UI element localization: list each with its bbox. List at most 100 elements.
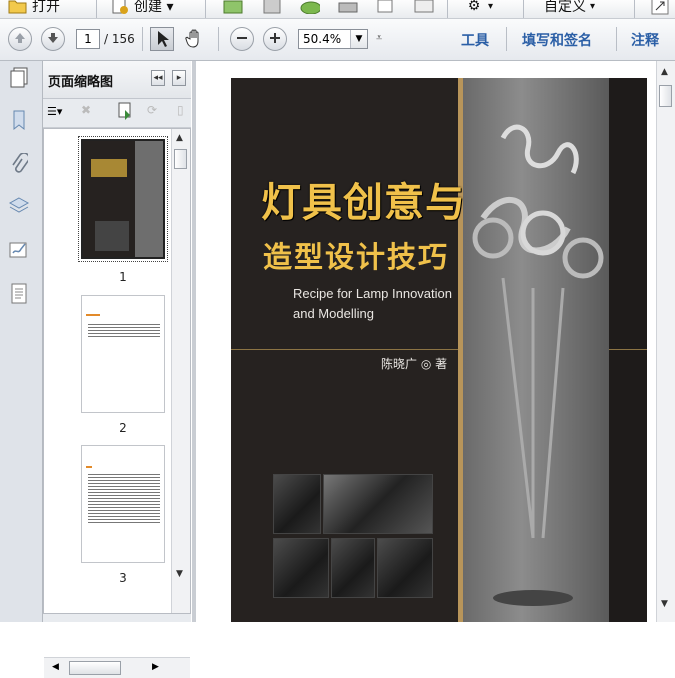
cursor-icon [151,31,173,53]
cover-subtitle-line-1: Recipe for Lamp Innovation [293,286,452,301]
customize-button[interactable]: 自定义 ▾ [544,0,595,17]
save-button[interactable] [262,0,282,17]
options-menu-icon[interactable]: ☰▾ [47,105,62,118]
save-icon [262,0,282,16]
cover-title-line-2: 造型设计技巧 [263,240,450,274]
thumbnail-vertical-scrollbar[interactable]: ▲ ▼ [171,129,190,613]
create-button[interactable]: 创建 ▾ [110,0,173,17]
thumbnail-horizontal-scrollbar[interactable]: ◀ ▶ [44,657,190,678]
folder-open-icon [8,0,28,16]
layers-icon [8,195,30,220]
chevron-down-icon: ▾ [488,0,494,12]
arrow-down-icon [47,32,59,47]
toolbar-divider [523,0,524,18]
tools-link[interactable]: 工具 [461,30,489,50]
thumbnail-heading-mark [86,314,100,316]
document-icon [10,283,28,308]
more-tools-chevron-icon[interactable]: ⩡ [376,31,382,45]
comment-link[interactable]: 注释 [631,30,659,50]
bookmarks-button[interactable] [7,109,31,133]
fill-sign-link[interactable]: 填写和签名 [522,30,592,50]
page-number-input[interactable]: 1 [76,29,100,49]
scroll-thumb[interactable] [69,661,121,675]
toolbar-divider [142,27,143,51]
cloud-upload-button[interactable] [300,0,320,17]
toolbar-divider [506,27,507,51]
print-button[interactable] [338,0,358,17]
settings-button[interactable]: ⚙ ▾ [464,0,493,17]
content-button[interactable] [7,283,31,307]
document-view[interactable]: 灯具创意与 造型设计技巧 Recipe for Lamp Innovation … [192,61,675,622]
scroll-thumb[interactable] [174,149,187,169]
toolbar-divider [205,0,206,18]
scroll-down-icon[interactable]: ▼ [176,569,183,579]
thumbnail-page-3[interactable] [81,445,165,563]
folder-button[interactable] [223,0,243,17]
select-tool-button[interactable] [150,27,174,51]
zoom-out-button[interactable] [230,27,254,51]
cover-lamp-photo-small [273,538,329,598]
gear-icon: ⚙ [467,0,481,14]
zoom-input[interactable]: 50.4% ▼ [298,29,368,49]
delete-page-icon[interactable]: ✖ [81,103,91,117]
cover-title-line-1: 灯具创意与 [261,180,466,226]
email-button[interactable] [414,0,434,17]
chevron-down-icon[interactable]: ▼ [350,30,367,48]
toolbar-divider [616,27,617,51]
hand-icon [184,29,206,52]
cover-rule [231,349,458,350]
expand-button[interactable] [650,0,670,17]
document-vertical-scrollbar[interactable]: ▲ ▼ [656,61,675,622]
customize-label: 自定义 [544,0,586,15]
create-label: 创建 ▾ [134,0,174,15]
scroll-down-icon[interactable]: ▼ [661,599,668,609]
thumbnail-page-2[interactable] [81,295,165,413]
bookmark-icon [10,109,28,134]
toolbar-divider [634,0,635,18]
insert-page-icon[interactable] [116,102,134,123]
edit-button[interactable] [376,0,396,17]
cover-rule [609,349,647,350]
thumbnail-page-1[interactable] [78,136,168,262]
navigation-pane-strip [0,61,43,622]
open-button[interactable]: 打开 [8,0,60,17]
thumbnails-panel: 页面缩略图 ◂◂ ▸ ☰▾ ✖ ⟳ ▯ 1 2 3 ▲ ▼ ◀ ▶ [43,61,191,678]
thumbnail-photo [135,141,163,257]
scroll-right-icon[interactable]: ▶ [152,662,159,672]
attachments-button[interactable] [7,151,31,178]
scroll-up-icon[interactable]: ▲ [176,133,183,143]
paperclip-icon [10,151,30,178]
next-page-button[interactable] [41,27,65,51]
pages-icon [9,67,29,92]
zoom-in-button[interactable] [263,27,287,51]
panel-menu-arrow-icon[interactable]: ▸ [172,70,186,86]
page-thumbnails-button[interactable] [7,67,31,91]
previous-page-button[interactable] [8,27,32,51]
collapse-left-icon[interactable]: ◂◂ [151,70,165,86]
thumbnail-label: 2 [119,421,127,435]
arrow-up-icon [14,32,26,47]
page-total: / 156 [104,32,135,46]
hand-tool-button[interactable] [184,27,208,51]
thumbnail-list: 1 2 3 ▲ ▼ ◀ ▶ [43,128,191,678]
zoom-value: 50.4% [303,32,342,46]
scroll-left-icon[interactable]: ◀ [52,662,59,672]
cloud-upload-icon [300,0,320,16]
more-icon[interactable]: ▯ [177,103,184,117]
cover-subtitle: Recipe for Lamp Innovation and Modelling [293,284,452,324]
folder-icon [223,0,243,16]
signature-icon [8,239,30,264]
rotate-page-icon[interactable]: ⟳ [147,103,157,117]
create-pdf-icon [110,0,130,16]
toolbar-divider [447,0,448,18]
scroll-thumb[interactable] [659,85,672,107]
layers-button[interactable] [7,195,31,219]
cover-lamp-photo-small [377,538,433,598]
cover-lamp-photo-small [273,474,321,534]
scroll-up-icon[interactable]: ▲ [661,67,668,77]
expand-icon [650,0,670,16]
cover-lamp-photo [463,78,609,622]
cover-author: 陈晓广 ◎ 著 [381,357,448,371]
main-toolbar: 打开 创建 ▾ ⚙ ▾ 自定义 ▾ [0,0,675,19]
signatures-button[interactable] [7,239,31,263]
